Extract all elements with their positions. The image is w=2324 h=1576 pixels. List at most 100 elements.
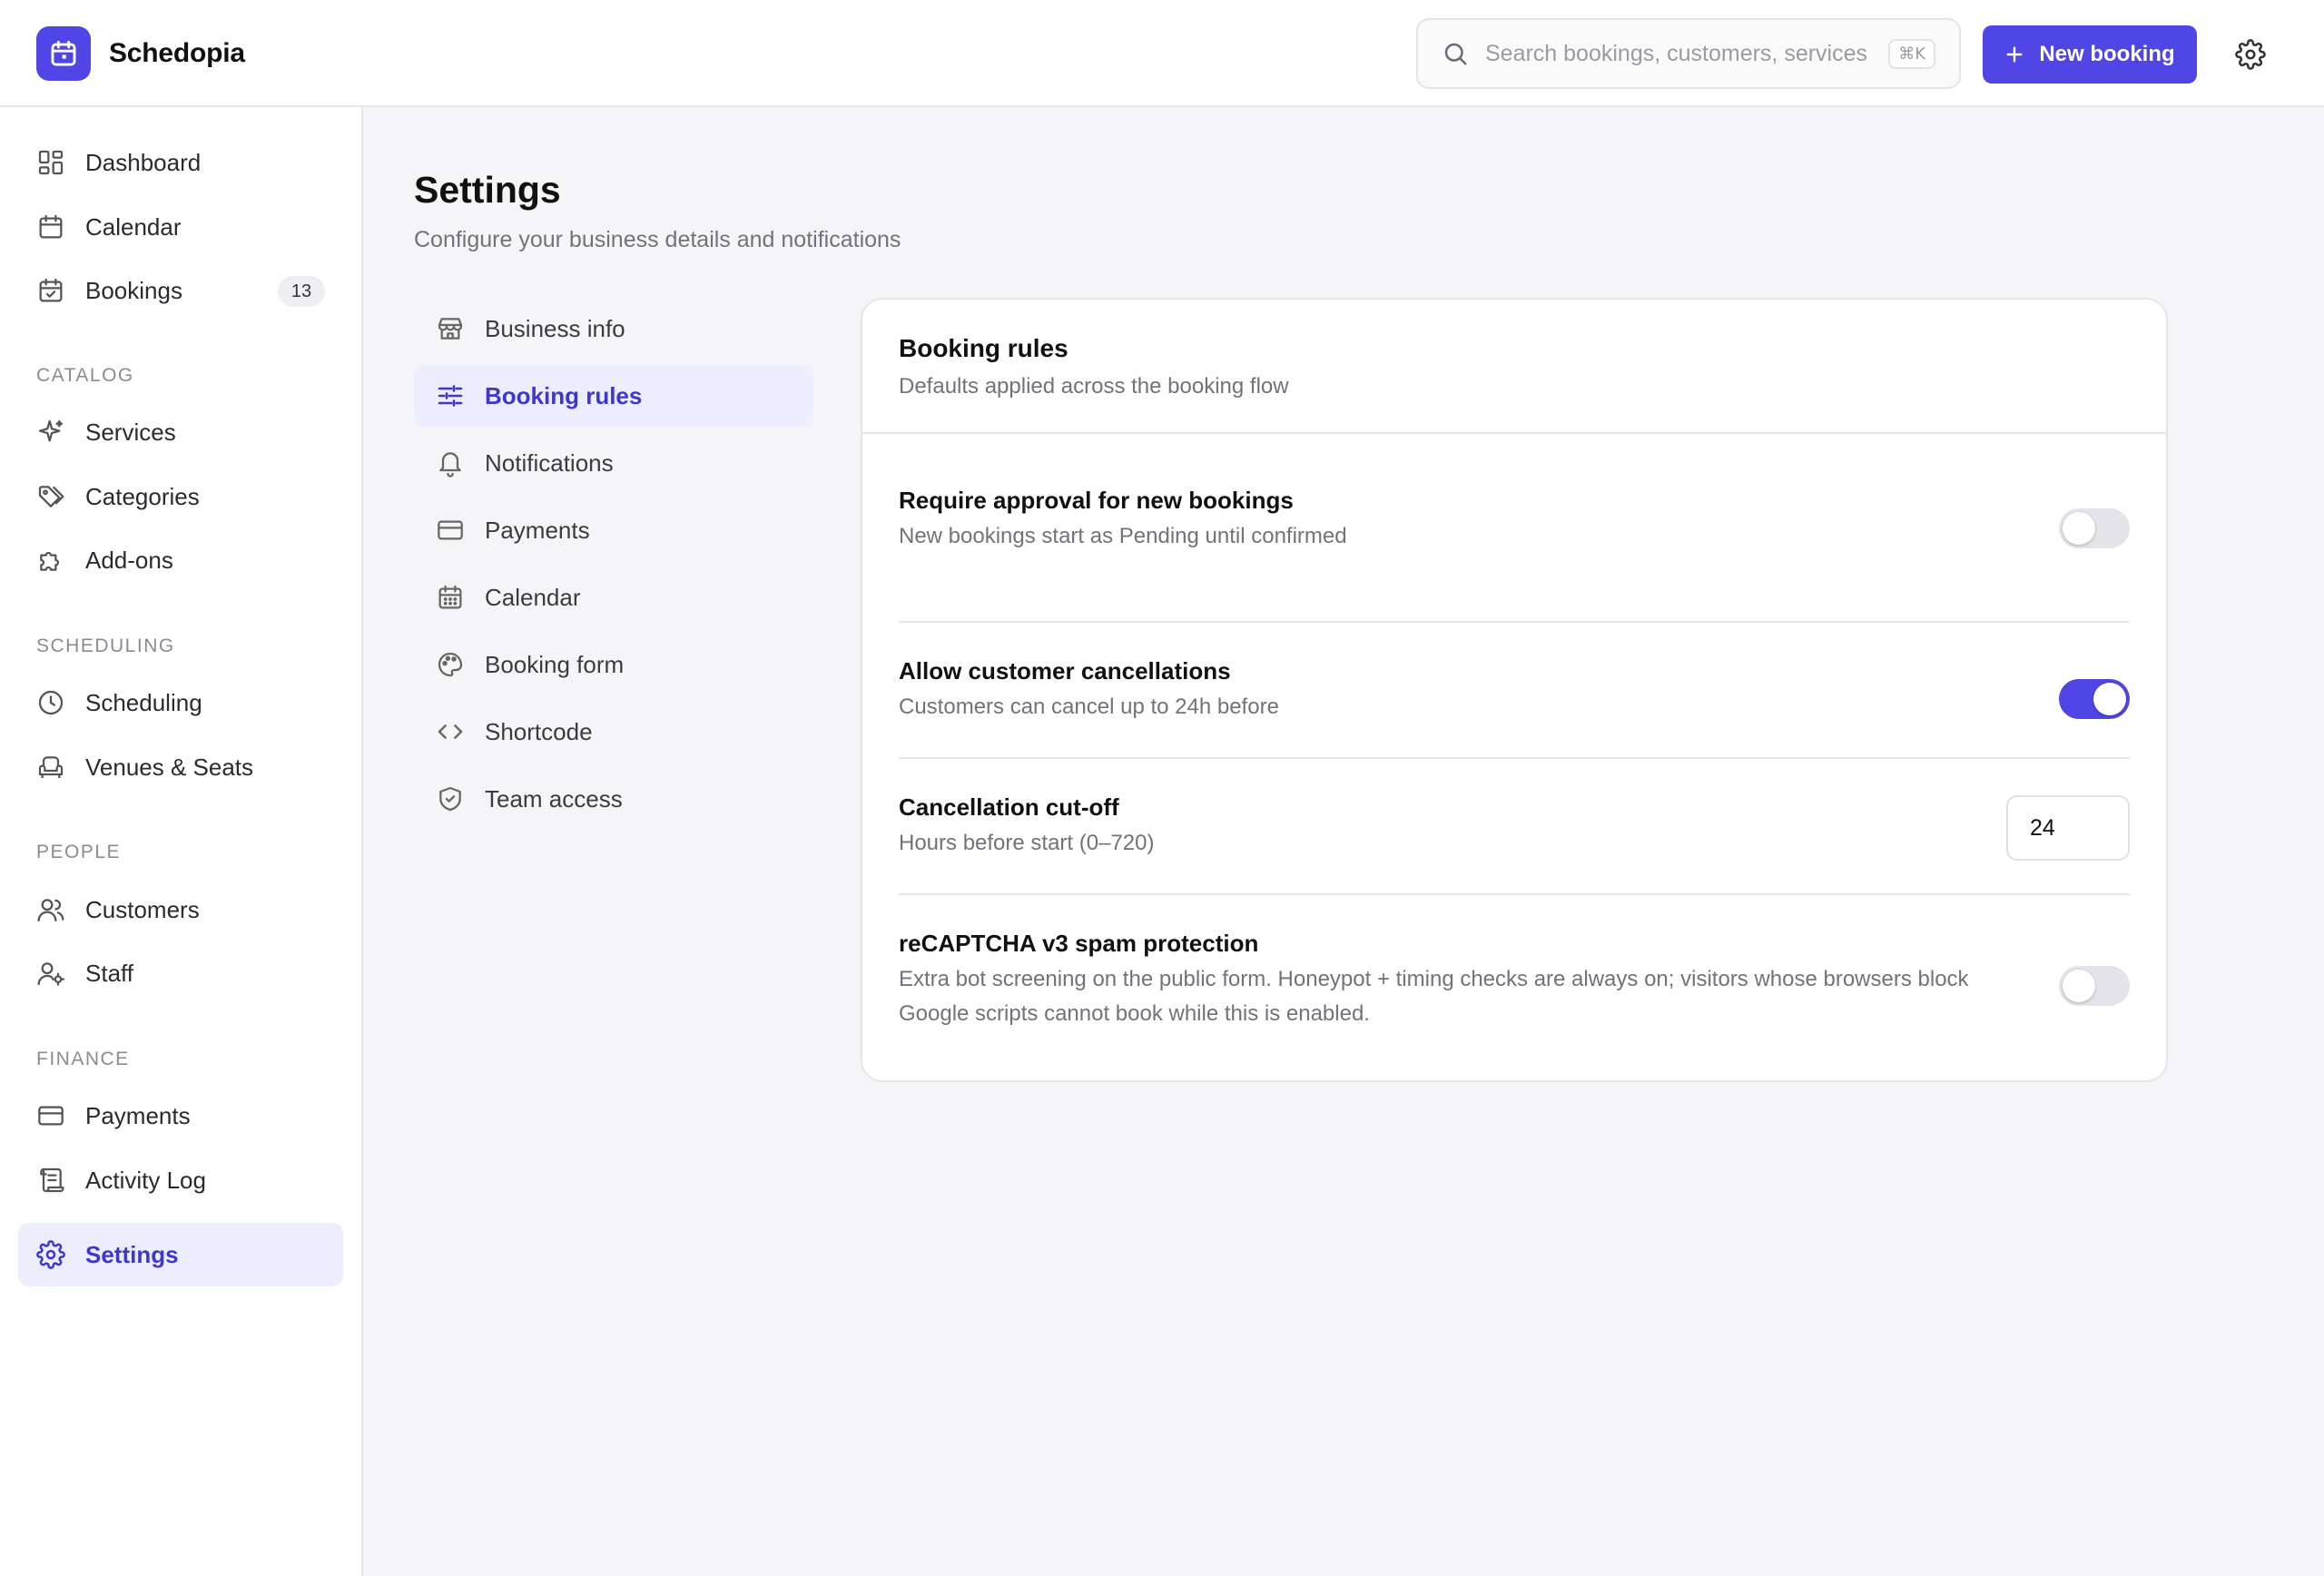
settings-nav-calendar[interactable]: Calendar — [414, 566, 813, 628]
settings-nav-label: Payments — [485, 516, 590, 544]
setting-description-line: Google scripts cannot book while this is… — [899, 1001, 1370, 1026]
setting-description: Extra bot screening on the public form. … — [899, 962, 2034, 1031]
cancellation-cutoff-input[interactable]: 24 — [2006, 795, 2130, 861]
palette-icon — [438, 652, 463, 677]
toggle-knob — [2063, 512, 2095, 545]
scroll-icon — [40, 1167, 64, 1193]
sidebar-item-label: Activity Log — [85, 1166, 206, 1194]
settings-nav-label: Team access — [485, 784, 623, 813]
setting-row-require-approval: Require approval for new bookings New bo… — [899, 487, 2130, 623]
users-icon — [37, 899, 64, 922]
section-label-catalog: CATALOG — [36, 365, 134, 386]
sidebar-item-label: Categories — [85, 482, 200, 510]
plus-icon — [2006, 46, 2023, 63]
sidebar-item-venues-seats[interactable]: Venues & Seats — [18, 735, 343, 799]
sidebar-item-label: Scheduling — [85, 688, 202, 716]
settings-nav-label: Shortcode — [485, 717, 593, 745]
search-icon — [1444, 43, 1467, 65]
store-icon — [438, 318, 463, 340]
sidebar-item-label: Calendar — [85, 212, 182, 241]
card-header: Booking rules Defaults applied across th… — [862, 300, 2166, 434]
brand[interactable]: Schedopia — [36, 26, 245, 81]
sidebar-item-bookings[interactable]: Bookings 13 — [18, 259, 343, 322]
new-booking-button[interactable]: New booking — [1983, 25, 2197, 84]
sidebar-item-payments[interactable]: Payments — [18, 1084, 343, 1148]
calendar-icon — [39, 214, 63, 239]
settings-nav-notifications[interactable]: Notifications — [414, 432, 813, 494]
setting-description: New bookings start as Pending until conf… — [899, 524, 1347, 548]
search-input[interactable]: Search bookings, customers, services ⌘K — [1416, 18, 1961, 89]
settings-nav-booking-form[interactable]: Booking form — [414, 634, 813, 695]
setting-row-customer-cancellations: Allow customer cancellations Customers c… — [899, 623, 2130, 759]
sidebar-item-label: Add-ons — [85, 546, 173, 574]
toggle-knob — [2093, 683, 2126, 715]
sidebar-item-staff[interactable]: Staff — [18, 941, 343, 1005]
sidebar-item-label: Settings — [85, 1240, 179, 1268]
calendar-check-icon — [39, 278, 63, 302]
settings-nav-label: Booking form — [485, 650, 625, 678]
sidebar-item-label: Customers — [85, 895, 200, 923]
calendar-grid-icon — [438, 585, 462, 609]
sidebar-item-activity-log[interactable]: Activity Log — [18, 1148, 343, 1212]
settings-nav-business-info[interactable]: Business info — [414, 298, 813, 360]
sidebar: Dashboard Calendar Bookings 13 CATALOG S… — [0, 107, 363, 1576]
recaptcha-toggle[interactable] — [2059, 966, 2130, 1006]
settings-nav-label: Notifications — [485, 448, 614, 477]
bookings-count-badge: 13 — [278, 276, 325, 307]
sidebar-item-categories[interactable]: Categories — [18, 465, 343, 528]
shield-check-icon — [439, 786, 461, 812]
setting-description-line: Extra bot screening on the public form. … — [899, 967, 1969, 991]
user-gear-icon — [37, 962, 65, 986]
section-label-people: PEOPLE — [36, 842, 122, 862]
booking-rules-card: Booking rules Defaults applied across th… — [861, 298, 2168, 1082]
setting-description: Customers can cancel up to 24h before — [899, 694, 1279, 719]
setting-row-cancellation-cutoff: Cancellation cut-off Hours before start … — [899, 759, 2130, 895]
settings-nav-booking-rules[interactable]: Booking rules — [414, 365, 813, 427]
setting-title: Require approval for new bookings — [899, 487, 1294, 514]
settings-nav-label: Business info — [485, 314, 625, 342]
code-icon — [438, 724, 463, 739]
puzzle-icon — [40, 551, 60, 571]
sidebar-item-label: Dashboard — [85, 148, 202, 176]
sidebar-item-calendar[interactable]: Calendar — [18, 195, 343, 259]
dashboard-icon — [38, 150, 64, 175]
credit-card-icon — [38, 1106, 64, 1126]
sidebar-item-label: Venues & Seats — [85, 753, 254, 781]
tag-icon — [38, 486, 64, 507]
bell-icon — [439, 452, 461, 478]
sparkle-icon — [38, 419, 64, 442]
sidebar-item-customers[interactable]: Customers — [18, 878, 343, 941]
search-placeholder: Search bookings, customers, services — [1485, 40, 1868, 66]
setting-description: Hours before start (0–720) — [899, 831, 1155, 855]
page-subtitle: Configure your business details and noti… — [414, 227, 901, 252]
require-approval-toggle[interactable] — [2059, 508, 2130, 548]
settings-nav-team-access[interactable]: Team access — [414, 768, 813, 830]
sidebar-item-label: Staff — [85, 959, 134, 987]
app-name: Schedopia — [109, 38, 245, 68]
settings-gear-button[interactable] — [2235, 39, 2266, 70]
section-label-finance: FINANCE — [36, 1049, 130, 1069]
sidebar-item-services[interactable]: Services — [18, 400, 343, 464]
settings-nav-payments[interactable]: Payments — [414, 499, 813, 561]
settings-nav-shortcode[interactable]: Shortcode — [414, 701, 813, 763]
sidebar-item-scheduling[interactable]: Scheduling — [18, 671, 343, 734]
gear-icon — [2235, 39, 2266, 70]
new-booking-label: New booking — [2039, 42, 2175, 66]
sidebar-item-label: Bookings — [85, 276, 182, 304]
customer-cancellations-toggle[interactable] — [2059, 679, 2130, 719]
sidebar-item-label: Services — [85, 418, 176, 446]
setting-row-recaptcha: reCAPTCHA v3 spam protection Extra bot s… — [899, 895, 2130, 1031]
sidebar-item-add-ons[interactable]: Add-ons — [18, 528, 343, 592]
card-subtitle: Defaults applied across the booking flow — [899, 374, 1289, 399]
setting-title: reCAPTCHA v3 spam protection — [899, 930, 1259, 957]
page-title: Settings — [414, 169, 561, 211]
top-bar: Schedopia Search bookings, customers, se… — [0, 0, 2324, 107]
card-title: Booking rules — [899, 334, 1068, 362]
calendar-logo-icon — [36, 26, 91, 81]
sidebar-item-settings[interactable]: Settings — [18, 1223, 343, 1286]
setting-title: Cancellation cut-off — [899, 793, 1119, 821]
toggle-knob — [2063, 970, 2095, 1002]
sidebar-item-dashboard[interactable]: Dashboard — [18, 131, 343, 194]
setting-title: Allow customer cancellations — [899, 657, 1231, 685]
armchair-icon — [38, 756, 64, 778]
